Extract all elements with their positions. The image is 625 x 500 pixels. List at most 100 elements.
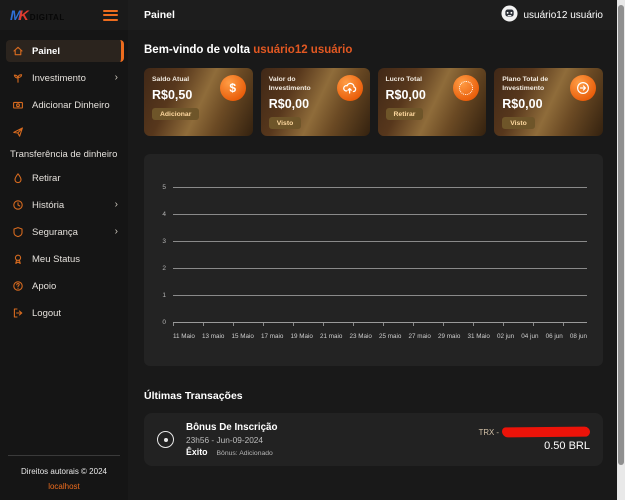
sidebar-item-label: Meu Status [32,254,80,265]
x-axis-tick-label: 04 jun [521,333,538,340]
visto-button[interactable]: Visto [269,117,302,129]
droplet-icon [12,172,24,184]
transaction-row[interactable]: Bônus De Inscrição 23h56 - Jun-09-2024 Ê… [144,413,603,466]
sidebar-item-label: Adicionar Dinheiro [32,100,110,111]
gridline [173,241,587,242]
username-text: usuário12 usuário [524,10,604,21]
award-icon [12,253,24,265]
sidebar-item-seguranca[interactable]: Segurança › [6,221,124,243]
page-title: Painel [144,9,175,21]
top-bar: Painel usuário12 usuário [128,0,617,30]
seedling-icon [12,72,24,84]
sidebar-item-retirar[interactable]: Retirar [6,167,124,189]
transaction-ref-prefix: TRX - [479,428,499,437]
x-axis-tick-label: 08 jun [570,333,587,340]
chart-plot-area: 5 4 3 2 1 0 [156,184,587,326]
money-icon [12,99,24,111]
send-icon [12,126,24,138]
dollar-icon: $ [220,75,246,101]
brand-logo[interactable]: MKDIGITAL [10,7,65,23]
sidebar-item-label: Apoio [32,281,56,292]
gridline [173,187,587,188]
y-axis-tick-label: 1 [156,292,166,299]
sidebar-item-label: Retirar [32,173,61,184]
transaction-amount: 0.50 BRL [479,440,590,452]
chevron-right-icon: › [115,227,118,237]
sidebar-item-label: Transferência de dinheiro [10,149,116,160]
visto-button[interactable]: Visto [502,117,535,129]
redacted-ref-bar [502,427,590,438]
investment-chart: 5 4 3 2 1 0 11 Maio 13 maio 15 Maio 17 m… [144,154,603,366]
sidebar-item-transferencia[interactable]: Transferência de dinheiro [6,121,124,162]
main-area: Painel usuário12 usuário Bem-vindo de vo… [128,0,617,500]
vertical-scrollbar[interactable] [617,0,625,500]
x-axis-tick-label: 23 Maio [350,333,372,340]
sidebar-header: MKDIGITAL [0,0,128,30]
gridline [173,214,587,215]
sidebar-item-label: Segurança [32,227,78,238]
sidebar-item-meu-status[interactable]: Meu Status [6,248,124,270]
sidebar-item-painel[interactable]: Painel [6,40,124,62]
sidebar-item-investimento[interactable]: Investimento › [6,67,124,89]
x-axis-baseline [173,322,587,323]
retirar-button[interactable]: Retirar [386,108,424,120]
welcome-prefix: Bem-vindo de volta [144,44,250,56]
welcome-username: usuário12 usuário [253,44,352,56]
sidebar-item-label: Painel [32,46,60,57]
card-plano-total: Plano Total de Investimento R$0,00 Visto [494,68,603,136]
sidebar-footer: Direitos autorais © 2024 localhost [8,455,120,494]
cloud-upload-icon [337,75,363,101]
sidebar-item-adicionar-dinheiro[interactable]: Adicionar Dinheiro [6,94,124,116]
x-axis-tick-label: 21 maio [320,333,342,340]
adicionar-button[interactable]: Adicionar [152,108,199,120]
card-saldo-atual: Saldo Atual R$0,50 Adicionar $ [144,68,253,136]
sidebar-item-label: Logout [32,308,61,319]
user-menu[interactable]: usuário12 usuário [501,5,604,25]
support-avatar-icon [501,5,518,25]
sidebar-item-logout[interactable]: Logout [6,302,124,324]
dashboard-content: Bem-vindo de volta usuário12 usuário Sal… [128,30,617,466]
logout-icon [12,307,24,319]
card-lucro-total: Lucro Total R$0,00 Retirar [378,68,487,136]
x-axis-tick-label: 11 Maio [173,333,195,340]
y-axis-tick-label: 0 [156,319,166,326]
gridline [173,295,587,296]
welcome-message: Bem-vindo de volta usuário12 usuário [144,44,603,56]
localhost-link[interactable]: localhost [8,480,120,494]
transaction-note: Bônus: Adicionado [217,450,273,457]
menu-toggle-icon[interactable] [103,7,118,23]
x-axis-tick-label: 17 maio [261,333,283,340]
clock-icon [12,199,24,211]
stat-cards: Saldo Atual R$0,50 Adicionar $ Valor do … [144,68,603,136]
copyright-text: Direitos autorais © 2024 [8,465,120,479]
arrow-circle-icon [570,75,596,101]
y-axis-tick-label: 4 [156,211,166,218]
chevron-right-icon: › [115,73,118,83]
card-valor-investimento: Valor do Investimento R$0,00 Visto [261,68,370,136]
transaction-status: Êxito [186,447,208,457]
help-icon [12,280,24,292]
sidebar-nav: Painel Investimento › Adicionar Dinheiro… [0,40,128,324]
transaction-amount-block: TRX - 0.50 BRL [479,427,590,452]
sidebar-item-apoio[interactable]: Apoio [6,275,124,297]
y-axis-tick-label: 2 [156,265,166,272]
x-axis-tick-label: 31 Maio [468,333,490,340]
x-axis-tick-label: 13 maio [202,333,224,340]
sidebar-item-label: Investimento [32,73,86,84]
logo-letter-k: K [19,7,29,23]
gridline [173,268,587,269]
logo-text: DIGITAL [30,13,65,22]
app-window: MKDIGITAL Painel Investimento › Adiciona… [0,0,625,500]
sidebar-item-historia[interactable]: História › [6,194,124,216]
scrollbar-thumb[interactable] [618,5,624,465]
transaction-details: Bônus De Inscrição 23h56 - Jun-09-2024 Ê… [186,422,277,457]
x-axis-tick-label: 27 maio [409,333,431,340]
transaction-title: Bônus De Inscrição [186,422,277,433]
y-axis-tick-label: 3 [156,238,166,245]
x-axis-labels: 11 Maio 13 maio 15 Maio 17 maio 19 Maio … [173,333,587,340]
chevron-right-icon: › [115,200,118,210]
transactions-heading: Últimas Transações [144,390,603,402]
x-axis-tick-label: 06 jun [546,333,563,340]
x-axis-tick-label: 25 maio [379,333,401,340]
y-axis-tick-label: 5 [156,184,166,191]
